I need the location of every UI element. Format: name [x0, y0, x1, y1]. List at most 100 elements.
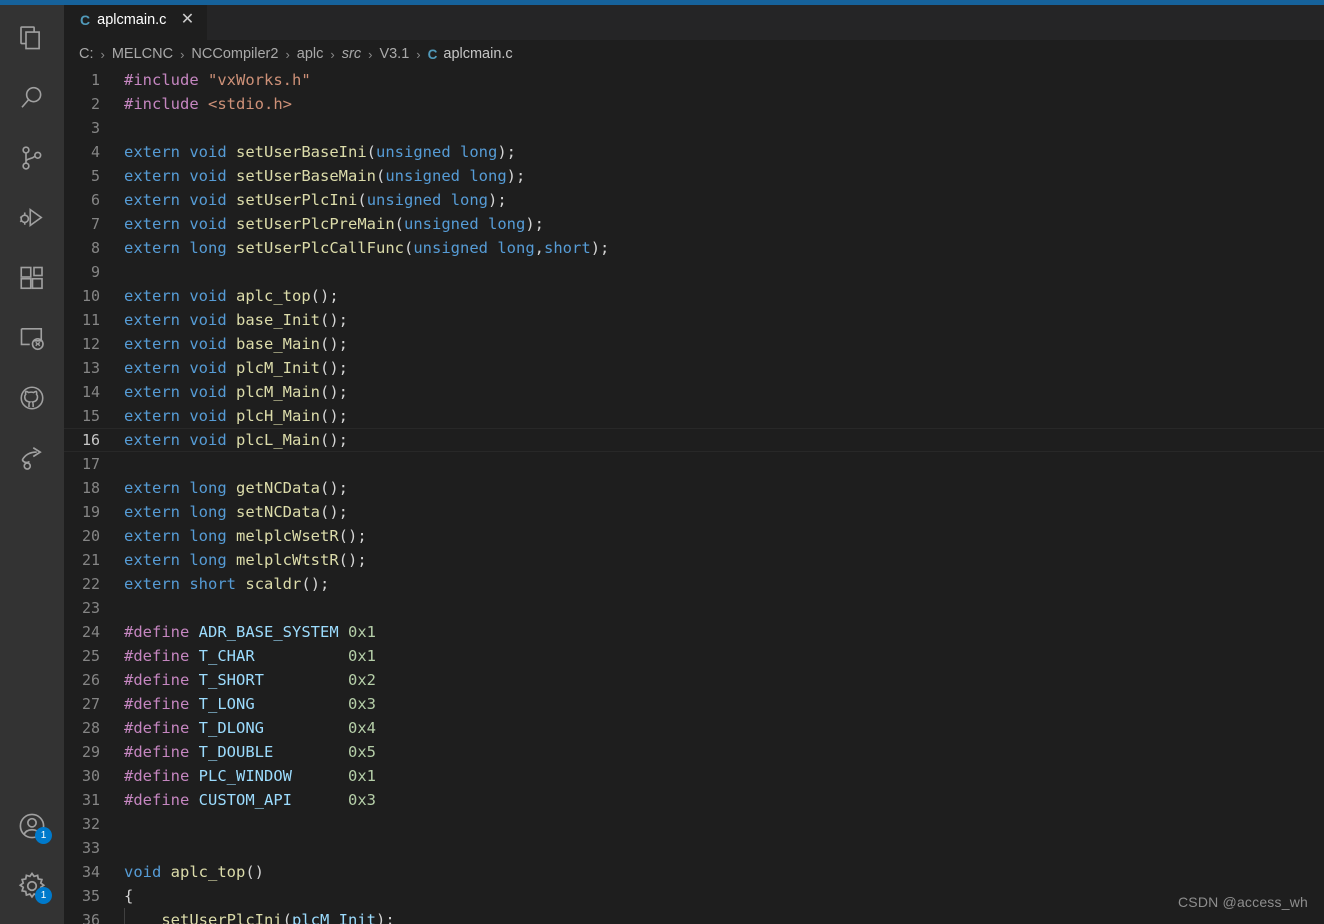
token-punc: ( — [404, 239, 414, 257]
code-line[interactable]: 10 extern void aplc_top(); — [64, 284, 1324, 308]
sidebar-item-extensions[interactable] — [0, 248, 64, 308]
code-text: extern void setUserBaseIni(unsigned long… — [122, 140, 1324, 164]
code-lines: 1 #include "vxWorks.h" 2 #include <stdio.h>… — [64, 68, 1324, 924]
code-line[interactable]: 20 extern long melplcWsetR(); — [64, 524, 1324, 548]
vscode-window: 1 1 C aplcmain.c ✕ C: › MELCNC › NCCompi… — [0, 0, 1324, 924]
code-line[interactable]: 32 — [64, 812, 1324, 836]
token-kw: extern — [124, 407, 180, 425]
code-line[interactable]: 25 #define T_CHAR 0x1 — [64, 644, 1324, 668]
code-line[interactable]: 5 extern void setUserBaseMain(unsigned lo… — [64, 164, 1324, 188]
code-text: extern void plcM_Main(); — [122, 380, 1324, 404]
code-editor[interactable]: 1 #include "vxWorks.h" 2 #include <stdio.h>… — [64, 68, 1324, 924]
sidebar-item-search[interactable] — [0, 68, 64, 128]
code-line[interactable]: 12 extern void base_Main(); — [64, 332, 1324, 356]
token-kw: extern — [124, 575, 180, 593]
token-kw: void — [189, 287, 227, 305]
code-line[interactable]: 24 #define ADR_BASE_SYSTEM 0x1 — [64, 620, 1324, 644]
token-kw: void — [189, 383, 227, 401]
token-num: 0x1 — [348, 767, 376, 785]
line-number: 3 — [90, 119, 100, 137]
code-line[interactable]: 19 extern long setNCData(); — [64, 500, 1324, 524]
code-line[interactable]: 27 #define T_LONG 0x3 — [64, 692, 1324, 716]
code-line[interactable]: 34 void aplc_top() — [64, 860, 1324, 884]
code-text: extern short scaldr(); — [122, 572, 1324, 596]
code-line[interactable]: 8 extern long setUserPlcCallFunc(unsigned… — [64, 236, 1324, 260]
code-line[interactable]: 6 extern void setUserPlcIni(unsigned long… — [64, 188, 1324, 212]
breadcrumb-item-3[interactable]: aplc — [297, 46, 324, 62]
token-kw: long — [189, 551, 227, 569]
line-number: 33 — [81, 839, 100, 857]
token-fn: melplcWtstR — [236, 551, 339, 569]
token-var: T_LONG — [198, 695, 255, 713]
sidebar-item-manage[interactable]: 1 — [0, 856, 64, 916]
token-kw: void — [189, 407, 227, 425]
code-line[interactable]: 30 #define PLC_WINDOW 0x1 — [64, 764, 1324, 788]
token-punc: (); — [338, 527, 367, 545]
tab-bar-empty-space — [207, 0, 1324, 40]
line-number: 14 — [81, 383, 100, 401]
token-punc: (); — [320, 335, 349, 353]
breadcrumb-separator: › — [330, 46, 335, 62]
breadcrumb-item-5[interactable]: V3.1 — [379, 46, 409, 62]
sidebar-item-accounts[interactable]: 1 — [0, 796, 64, 856]
breadcrumb-item-0[interactable]: C: — [79, 46, 94, 62]
line-number: 24 — [81, 623, 100, 641]
code-line[interactable]: 7 extern void setUserPlcPreMain(unsigned … — [64, 212, 1324, 236]
code-line[interactable]: 17 — [64, 452, 1324, 476]
close-icon[interactable]: ✕ — [177, 10, 197, 30]
code-line[interactable]: 4 extern void setUserBaseIni(unsigned lon… — [64, 140, 1324, 164]
line-number: 21 — [81, 551, 100, 569]
token-kw: unsigned — [385, 167, 460, 185]
breadcrumb-item-4[interactable]: src — [342, 46, 361, 62]
code-line[interactable]: 14 extern void plcM_Main(); — [64, 380, 1324, 404]
line-number: 19 — [81, 503, 100, 521]
code-line[interactable]: 36 setUserPlcIni(plcM_Init); — [64, 908, 1324, 924]
sidebar-item-github[interactable] — [0, 368, 64, 428]
code-line[interactable]: 23 — [64, 596, 1324, 620]
token-fn: setUserPlcCallFunc — [236, 239, 404, 257]
code-line[interactable]: 31 #define CUSTOM_API 0x3 — [64, 788, 1324, 812]
code-line[interactable]: 9 — [64, 260, 1324, 284]
sidebar-item-live-share[interactable] — [0, 428, 64, 488]
sidebar-item-remote-explorer[interactable] — [0, 308, 64, 368]
code-line[interactable]: 3 — [64, 116, 1324, 140]
code-line[interactable]: 11 extern void base_Init(); — [64, 308, 1324, 332]
token-kw: extern — [124, 287, 180, 305]
code-line[interactable]: 29 #define T_DOUBLE 0x5 — [64, 740, 1324, 764]
code-line[interactable]: 28 #define T_DLONG 0x4 — [64, 716, 1324, 740]
tab-label: aplcmain.c — [97, 12, 167, 28]
token-num: 0x3 — [348, 791, 376, 809]
sidebar-item-run-and-debug[interactable] — [0, 188, 64, 248]
token-kw: void — [189, 335, 227, 353]
tab-aplcmain-c[interactable]: C aplcmain.c ✕ — [64, 0, 208, 40]
breadcrumb-item-file[interactable]: aplcmain.c — [443, 46, 512, 62]
code-line[interactable]: 33 — [64, 836, 1324, 860]
token-kw: void — [189, 143, 227, 161]
code-line[interactable]: 18 extern long getNCData(); — [64, 476, 1324, 500]
code-line[interactable]: 35 { — [64, 884, 1324, 908]
breadcrumb-item-2[interactable]: NCCompiler2 — [191, 46, 278, 62]
line-number: 9 — [90, 263, 100, 281]
code-line[interactable]: 1 #include "vxWorks.h" — [64, 68, 1324, 92]
token-kw: extern — [124, 335, 180, 353]
code-line[interactable]: 26 #define T_SHORT 0x2 — [64, 668, 1324, 692]
token-kw: void — [189, 431, 227, 449]
line-number: 29 — [81, 743, 100, 761]
breadcrumb-item-1[interactable]: MELCNC — [112, 46, 173, 62]
code-line[interactable]: 21 extern long melplcWtstR(); — [64, 548, 1324, 572]
code-line[interactable]: 2 #include <stdio.h> — [64, 92, 1324, 116]
code-line[interactable]: 16 extern void plcL_Main(); — [64, 428, 1324, 452]
token-kw: extern — [124, 527, 180, 545]
code-line[interactable]: 22 extern short scaldr(); — [64, 572, 1324, 596]
code-line[interactable]: 13 extern void plcM_Init(); — [64, 356, 1324, 380]
sidebar-item-source-control[interactable] — [0, 128, 64, 188]
token-kw: long — [497, 239, 535, 257]
sidebar-item-explorer[interactable] — [0, 8, 64, 68]
code-line[interactable]: 15 extern void plcH_Main(); — [64, 404, 1324, 428]
